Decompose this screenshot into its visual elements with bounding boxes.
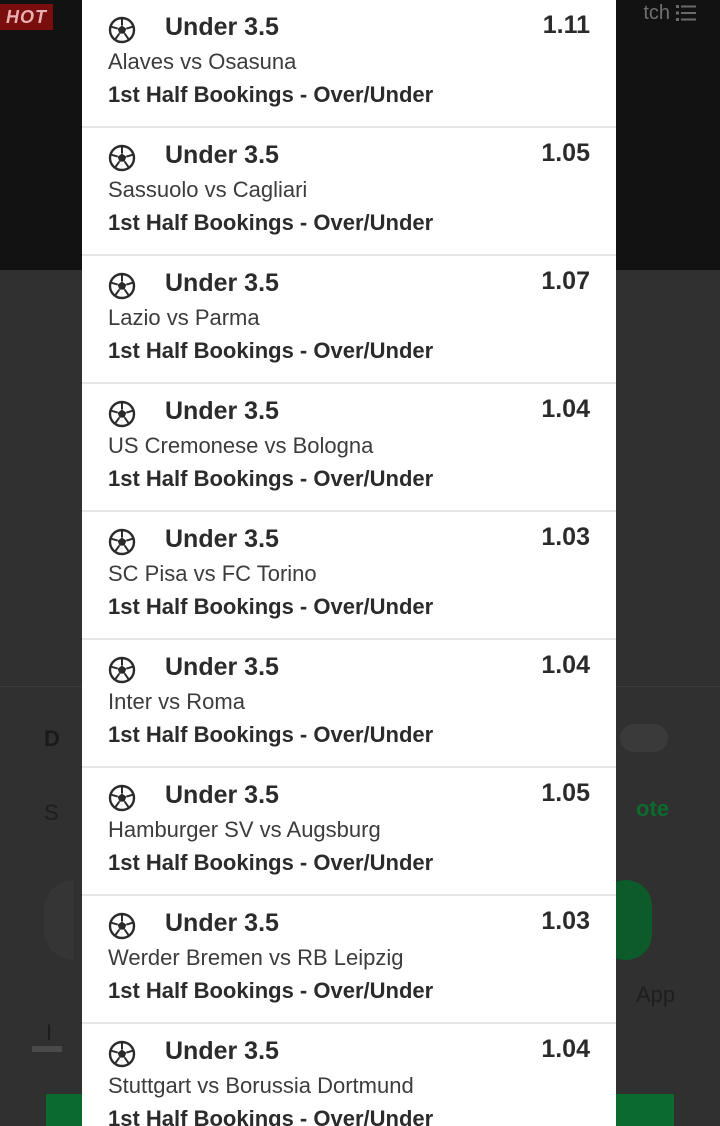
background-app-label: App — [636, 982, 676, 1007]
bet-selection: Under 3.5 — [165, 781, 279, 809]
background-toggle — [620, 724, 668, 752]
background-green-button-left — [46, 1094, 82, 1126]
bet-match: Stuttgart vs Borussia Dortmund — [108, 1073, 414, 1098]
soccer-ball-icon — [108, 272, 136, 300]
list-icon — [676, 5, 696, 21]
bet-selection: Under 3.5 — [165, 141, 279, 169]
background-label-i: I — [46, 1020, 53, 1045]
bet-selection: Under 3.5 — [165, 653, 279, 681]
bet-row[interactable]: Under 3.5 1.11 Alaves vs Osasuna 1st Hal… — [82, 0, 616, 128]
background-label-d: D — [44, 726, 60, 751]
soccer-ball-icon — [108, 656, 136, 684]
bet-row[interactable]: Under 3.5 1.04 US Cremonese vs Bologna 1… — [82, 384, 616, 512]
background-green-button-right — [616, 1094, 674, 1126]
bet-selection: Under 3.5 — [165, 909, 279, 937]
betslip-sheet[interactable]: Under 3.5 1.11 Alaves vs Osasuna 1st Hal… — [82, 0, 616, 1126]
bet-market: 1st Half Bookings - Over/Under — [108, 978, 434, 1003]
bet-market: 1st Half Bookings - Over/Under — [108, 82, 434, 107]
bet-row[interactable]: Under 3.5 1.05 Hamburger SV vs Augsburg … — [82, 768, 616, 896]
bet-match: Sassuolo vs Cagliari — [108, 177, 308, 202]
bet-market: 1st Half Bookings - Over/Under — [108, 338, 434, 363]
bet-row[interactable]: Under 3.5 1.05 Sassuolo vs Cagliari 1st … — [82, 128, 616, 256]
bet-market: 1st Half Bookings - Over/Under — [108, 210, 434, 235]
bet-odds: 1.07 — [541, 267, 590, 295]
bet-row[interactable]: Under 3.5 1.04 Stuttgart vs Borussia Dor… — [82, 1024, 616, 1126]
bet-match: Werder Bremen vs RB Leipzig — [108, 945, 404, 970]
hot-badge: HOT — [0, 4, 53, 30]
soccer-ball-icon — [108, 912, 136, 940]
bet-odds: 1.03 — [541, 523, 590, 551]
bet-match: US Cremonese vs Bologna — [108, 433, 374, 458]
bet-row[interactable]: Under 3.5 1.03 SC Pisa vs FC Torino 1st … — [82, 512, 616, 640]
bet-market: 1st Half Bookings - Over/Under — [108, 466, 434, 491]
bet-odds: 1.05 — [541, 139, 590, 167]
bet-selection: Under 3.5 — [165, 397, 279, 425]
bet-match: SC Pisa vs FC Torino — [108, 561, 317, 586]
bet-match: Lazio vs Parma — [108, 305, 260, 330]
bet-selection: Under 3.5 — [165, 1037, 279, 1065]
bet-match: Alaves vs Osasuna — [108, 49, 297, 74]
soccer-ball-icon — [108, 784, 136, 812]
background-label-s: S — [44, 800, 59, 825]
bet-market: 1st Half Bookings - Over/Under — [108, 594, 434, 619]
bet-row[interactable]: Under 3.5 1.07 Lazio vs Parma 1st Half B… — [82, 256, 616, 384]
search-label: tch — [643, 2, 670, 24]
soccer-ball-icon — [108, 1040, 136, 1068]
bet-row[interactable]: Under 3.5 1.04 Inter vs Roma 1st Half Bo… — [82, 640, 616, 768]
bet-selection: Under 3.5 — [165, 525, 279, 553]
bet-odds: 1.04 — [541, 1035, 590, 1063]
soccer-ball-icon — [108, 144, 136, 172]
bet-market: 1st Half Bookings - Over/Under — [108, 850, 434, 875]
bet-row[interactable]: Under 3.5 1.03 Werder Bremen vs RB Leipz… — [82, 896, 616, 1024]
background-link-vote: ote — [636, 796, 669, 821]
bet-market: 1st Half Bookings - Over/Under — [108, 722, 434, 747]
bet-odds: 1.03 — [541, 907, 590, 935]
soccer-ball-icon — [108, 16, 136, 44]
bet-selection: Under 3.5 — [165, 269, 279, 297]
soccer-ball-icon — [108, 528, 136, 556]
background-input-underline — [32, 1046, 62, 1052]
bet-selection: Under 3.5 — [165, 13, 279, 41]
bet-odds: 1.04 — [541, 395, 590, 423]
bet-odds: 1.05 — [541, 779, 590, 807]
bet-odds: 1.04 — [541, 651, 590, 679]
bet-match: Hamburger SV vs Augsburg — [108, 817, 381, 842]
bet-match: Inter vs Roma — [108, 689, 245, 714]
soccer-ball-icon — [108, 400, 136, 428]
bet-odds: 1.11 — [542, 11, 590, 39]
bet-market: 1st Half Bookings - Over/Under — [108, 1106, 434, 1126]
